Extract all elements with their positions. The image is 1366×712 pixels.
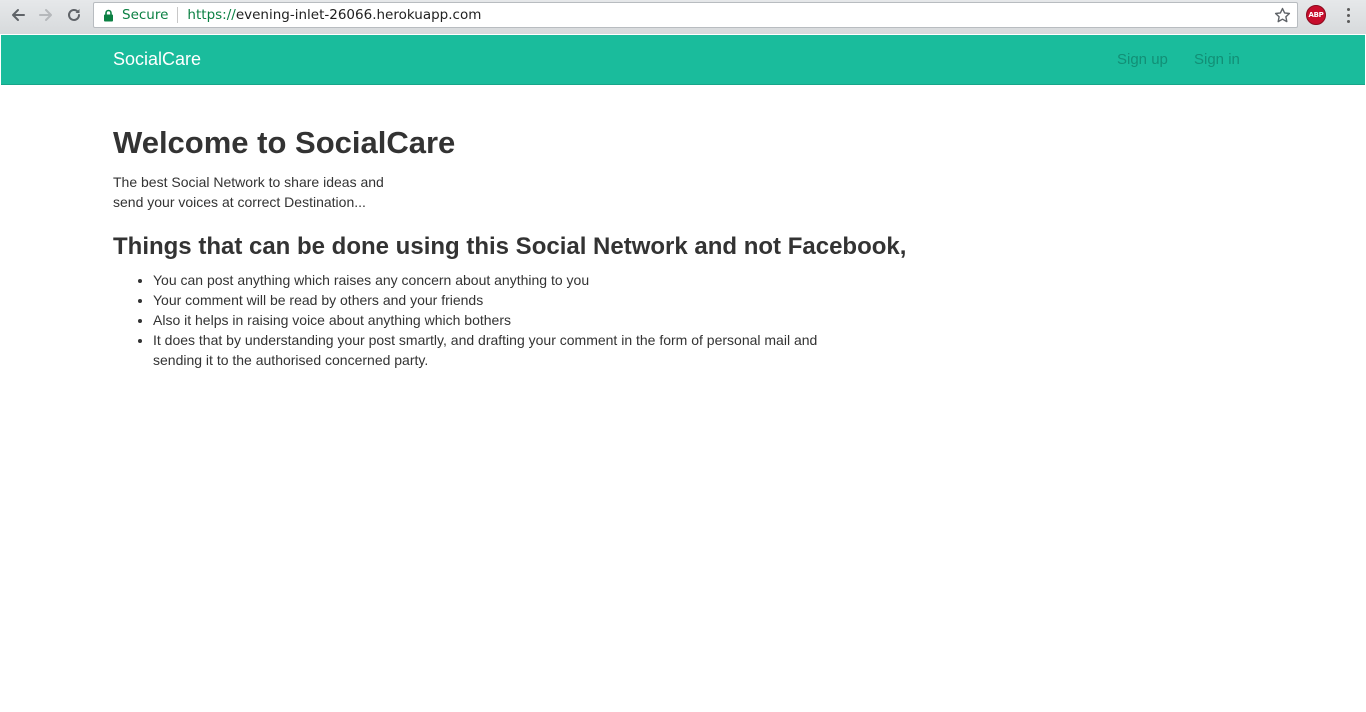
- list-item: Your comment will be read by others and …: [153, 290, 833, 310]
- reload-icon[interactable]: [61, 2, 87, 28]
- url-host: evening-inlet-26066.herokuapp.com: [235, 7, 482, 23]
- intro-line-1: The best Social Network to share ideas a…: [113, 174, 384, 190]
- back-arrow-icon[interactable]: [5, 2, 31, 28]
- omnibox-divider: [177, 7, 179, 23]
- url-scheme: https://: [187, 7, 236, 23]
- kebab-menu-icon[interactable]: [1338, 5, 1358, 25]
- browser-toolbar: Secure https:// evening-inlet-26066.hero…: [0, 0, 1366, 34]
- lock-icon: [103, 8, 115, 22]
- secure-label: Secure: [122, 7, 169, 23]
- intro-text: The best Social Network to share ideas a…: [113, 172, 1113, 212]
- forward-arrow-icon[interactable]: [33, 2, 59, 28]
- brand-link[interactable]: SocialCare: [113, 49, 201, 70]
- address-bar[interactable]: Secure https:// evening-inlet-26066.hero…: [93, 2, 1298, 28]
- main-content: Welcome to SocialCare The best Social Ne…: [113, 85, 1113, 370]
- star-icon[interactable]: [1274, 7, 1291, 24]
- list-item: It does that by understanding your post …: [153, 330, 833, 370]
- intro-line-2: send your voices at correct Destination.…: [113, 194, 366, 210]
- page-title: Welcome to SocialCare: [113, 125, 456, 160]
- sign-up-link[interactable]: Sign up: [1117, 51, 1168, 68]
- adblock-icon[interactable]: ABP: [1306, 5, 1326, 25]
- features-heading: Things that can be done using this Socia…: [113, 233, 907, 260]
- adblock-label: ABP: [1308, 11, 1324, 19]
- site-navbar: SocialCare Sign up Sign in: [1, 35, 1365, 85]
- list-item: You can post anything which raises any c…: [153, 270, 833, 290]
- sign-in-link[interactable]: Sign in: [1194, 51, 1240, 68]
- feature-list: You can post anything which raises any c…: [153, 270, 833, 370]
- list-item: Also it helps in raising voice about any…: [153, 310, 833, 330]
